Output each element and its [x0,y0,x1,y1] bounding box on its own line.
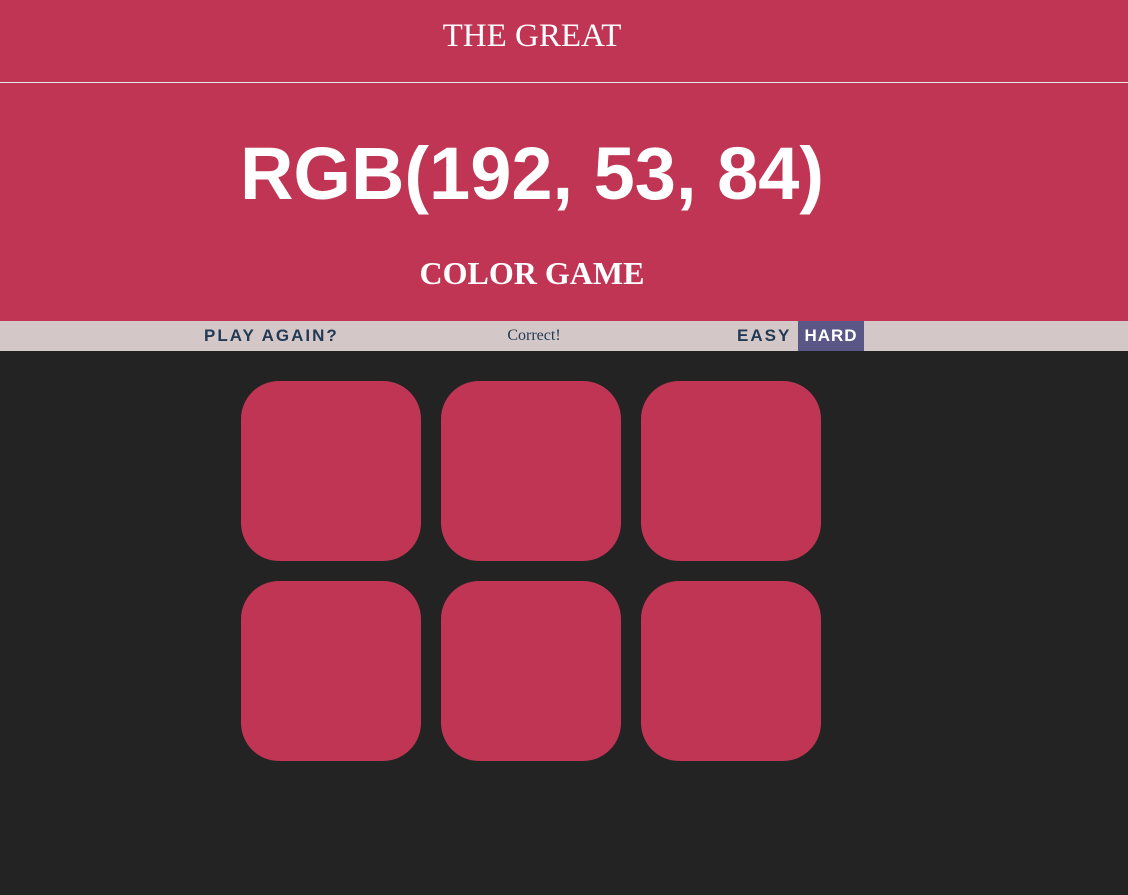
color-square[interactable] [641,381,821,561]
hard-mode-button[interactable]: HARD [798,321,864,351]
play-again-button[interactable]: PLAY AGAIN? [204,321,339,351]
color-square[interactable] [441,581,621,761]
color-square[interactable] [441,381,621,561]
status-message: Correct! [507,327,561,344]
control-stripe: PLAY AGAIN? Correct! EASY HARD [0,321,1128,351]
title-top: THE GREAT [442,18,622,54]
easy-mode-button[interactable]: EASY [737,321,791,351]
color-square-grid [241,381,821,761]
title-bottom: COLOR GAME [419,255,645,291]
color-square[interactable] [241,581,421,761]
header: THE GREAT RGB(192, 53, 84) COLOR GAME [0,0,1128,321]
color-square[interactable] [241,381,421,561]
header-divider [0,82,1128,83]
rgb-display: RGB(192, 53, 84) [239,132,825,215]
color-square[interactable] [641,581,821,761]
